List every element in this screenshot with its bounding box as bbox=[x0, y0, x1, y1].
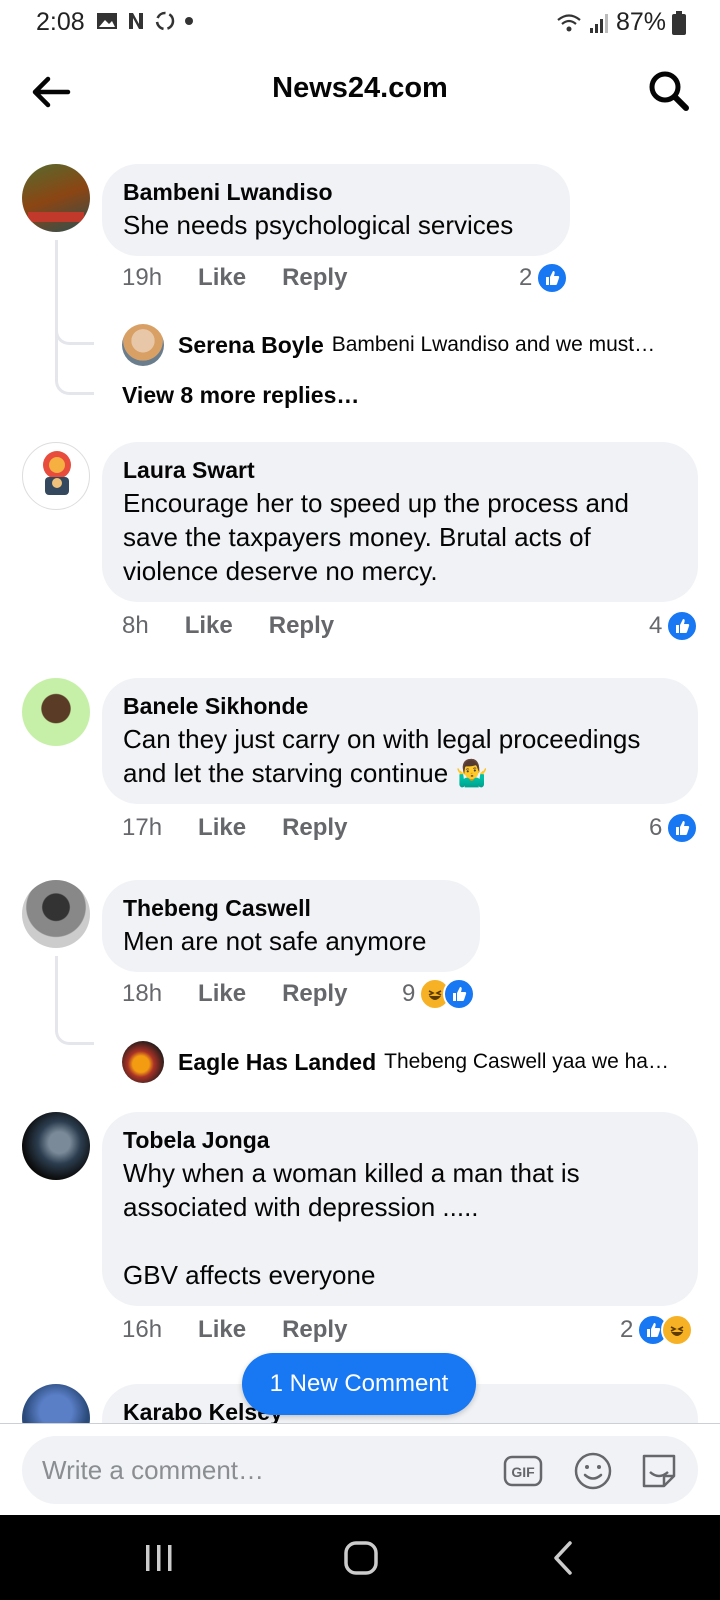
gif-icon[interactable]: GIF bbox=[502, 1450, 544, 1492]
home-icon[interactable] bbox=[342, 1539, 380, 1577]
comment-composer: Write a comment… GIF bbox=[0, 1423, 720, 1516]
battery-percent: 87% bbox=[615, 8, 666, 36]
avatar[interactable] bbox=[22, 442, 90, 510]
reply-button[interactable]: Reply bbox=[269, 612, 334, 640]
comment-actions: 16h Like Reply bbox=[122, 1316, 347, 1344]
sticker-icon[interactable] bbox=[638, 1450, 680, 1492]
haha-reaction-icon bbox=[661, 1314, 694, 1346]
reply-text: Thebeng Caswell yaa we ha… bbox=[384, 1050, 669, 1073]
comment-bubble[interactable]: Tobela Jonga Why when a woman killed a m… bbox=[102, 1112, 698, 1306]
reaction-summary[interactable]: 9 bbox=[402, 978, 476, 1010]
like-button[interactable]: Like bbox=[185, 612, 233, 640]
comment-actions: 17h Like Reply bbox=[122, 814, 347, 842]
comment-actions: 19h Like Reply bbox=[122, 264, 347, 292]
like-button[interactable]: Like bbox=[198, 264, 246, 292]
comment-author[interactable]: Laura Swart bbox=[123, 456, 677, 484]
comment-bubble[interactable]: Bambeni Lwandiso She needs psychological… bbox=[102, 164, 570, 256]
reaction-summary[interactable]: 2 bbox=[519, 262, 569, 294]
page-title: News24.com bbox=[272, 72, 448, 104]
comment-bubble[interactable]: Laura Swart Encourage her to speed up th… bbox=[102, 442, 698, 602]
new-comment-button[interactable]: 1 New Comment bbox=[242, 1353, 476, 1415]
reply-text: Bambeni Lwandiso and we must… bbox=[331, 333, 656, 356]
system-nav-bar bbox=[0, 1515, 720, 1600]
view-more-replies[interactable]: View 8 more replies… bbox=[122, 382, 359, 409]
comment-placeholder: Write a comment… bbox=[42, 1455, 265, 1485]
sync-icon bbox=[155, 11, 175, 31]
notification-icons bbox=[96, 10, 194, 32]
reply-author[interactable]: Eagle Has Landed bbox=[178, 1049, 376, 1076]
like-button[interactable]: Like bbox=[198, 980, 246, 1008]
comment-time: 8h bbox=[122, 612, 149, 639]
wifi-icon bbox=[557, 13, 581, 31]
status-right: 87% bbox=[556, 8, 686, 37]
like-button[interactable]: Like bbox=[198, 814, 246, 842]
comment-actions: 18h Like Reply bbox=[122, 980, 347, 1008]
comment-text: Men are not safe anymore bbox=[123, 926, 427, 956]
reply-button[interactable]: Reply bbox=[282, 264, 347, 292]
battery-icon bbox=[672, 10, 686, 35]
like-button[interactable]: Like bbox=[198, 1316, 246, 1344]
comment-author[interactable]: Bambeni Lwandiso bbox=[123, 178, 549, 206]
thread-connector bbox=[55, 300, 94, 345]
avatar[interactable] bbox=[22, 164, 90, 232]
reaction-summary[interactable]: 2 bbox=[620, 1314, 694, 1346]
reply-button[interactable]: Reply bbox=[282, 814, 347, 842]
reply-preview[interactable]: Serena Boyle Bambeni Lwandiso and we mus… bbox=[122, 324, 692, 366]
comment-text: Encourage her to speed up the process an… bbox=[123, 488, 637, 586]
comment-author[interactable]: Thebeng Caswell bbox=[123, 894, 459, 922]
avatar-banner bbox=[28, 212, 84, 222]
recent-apps-icon[interactable] bbox=[142, 1541, 176, 1575]
reply-button[interactable]: Reply bbox=[282, 980, 347, 1008]
gallery-icon bbox=[97, 13, 117, 29]
avatar[interactable] bbox=[22, 1112, 90, 1180]
comment-time: 19h bbox=[122, 264, 163, 291]
netflix-icon bbox=[129, 13, 143, 29]
app-bar: News24.com bbox=[0, 46, 720, 136]
avatar[interactable] bbox=[22, 678, 90, 746]
thread-connector bbox=[55, 1000, 94, 1045]
status-bar: 2:08 87% bbox=[0, 0, 720, 46]
gif-label: GIF bbox=[511, 1464, 535, 1480]
explosion-avatar-icon bbox=[43, 451, 71, 495]
comment-author[interactable]: Tobela Jonga bbox=[123, 1126, 677, 1154]
comment-text: Can they just carry on with legal procee… bbox=[123, 724, 648, 788]
system-back-icon[interactable] bbox=[548, 1539, 578, 1577]
reaction-count: 2 bbox=[620, 1316, 634, 1343]
reaction-summary[interactable]: 4 bbox=[649, 610, 699, 642]
signal-icon bbox=[589, 13, 608, 33]
status-time: 2:08 bbox=[36, 8, 85, 36]
thumbs-up-icon bbox=[666, 610, 699, 642]
avatar[interactable] bbox=[122, 1041, 164, 1083]
comment-author[interactable]: Banele Sikhonde bbox=[123, 692, 677, 720]
comment-text: Why when a woman killed a man that is as… bbox=[123, 1158, 580, 1290]
comment-time: 17h bbox=[122, 814, 163, 841]
emoji-icon[interactable] bbox=[572, 1450, 614, 1492]
thumbs-up-icon bbox=[443, 978, 476, 1010]
search-icon[interactable] bbox=[646, 68, 690, 112]
thread-connector bbox=[55, 340, 94, 395]
comment-time: 18h bbox=[122, 980, 163, 1007]
dot-icon bbox=[185, 17, 193, 25]
comment-actions: 8h Like Reply bbox=[122, 612, 334, 640]
comment-text: She needs psychological services bbox=[123, 210, 514, 240]
comment-time: 16h bbox=[122, 1316, 163, 1343]
reply-author[interactable]: Serena Boyle bbox=[178, 332, 324, 359]
thumbs-up-icon bbox=[536, 262, 569, 294]
avatar[interactable] bbox=[22, 880, 90, 948]
comment-bubble[interactable]: Banele Sikhonde Can they just carry on w… bbox=[102, 678, 698, 804]
reaction-summary[interactable]: 6 bbox=[649, 812, 699, 844]
reaction-count: 2 bbox=[519, 264, 533, 291]
comment-input[interactable]: Write a comment… GIF bbox=[22, 1436, 698, 1504]
reaction-count: 4 bbox=[649, 612, 663, 639]
reply-button[interactable]: Reply bbox=[282, 1316, 347, 1344]
thread-line bbox=[55, 956, 58, 1006]
reaction-count: 9 bbox=[402, 980, 416, 1007]
thumbs-up-icon bbox=[666, 812, 699, 844]
reply-preview[interactable]: Eagle Has Landed Thebeng Caswell yaa we … bbox=[122, 1041, 692, 1083]
comment-bubble[interactable]: Thebeng Caswell Men are not safe anymore bbox=[102, 880, 480, 972]
reaction-count: 6 bbox=[649, 814, 663, 841]
avatar[interactable] bbox=[122, 324, 164, 366]
